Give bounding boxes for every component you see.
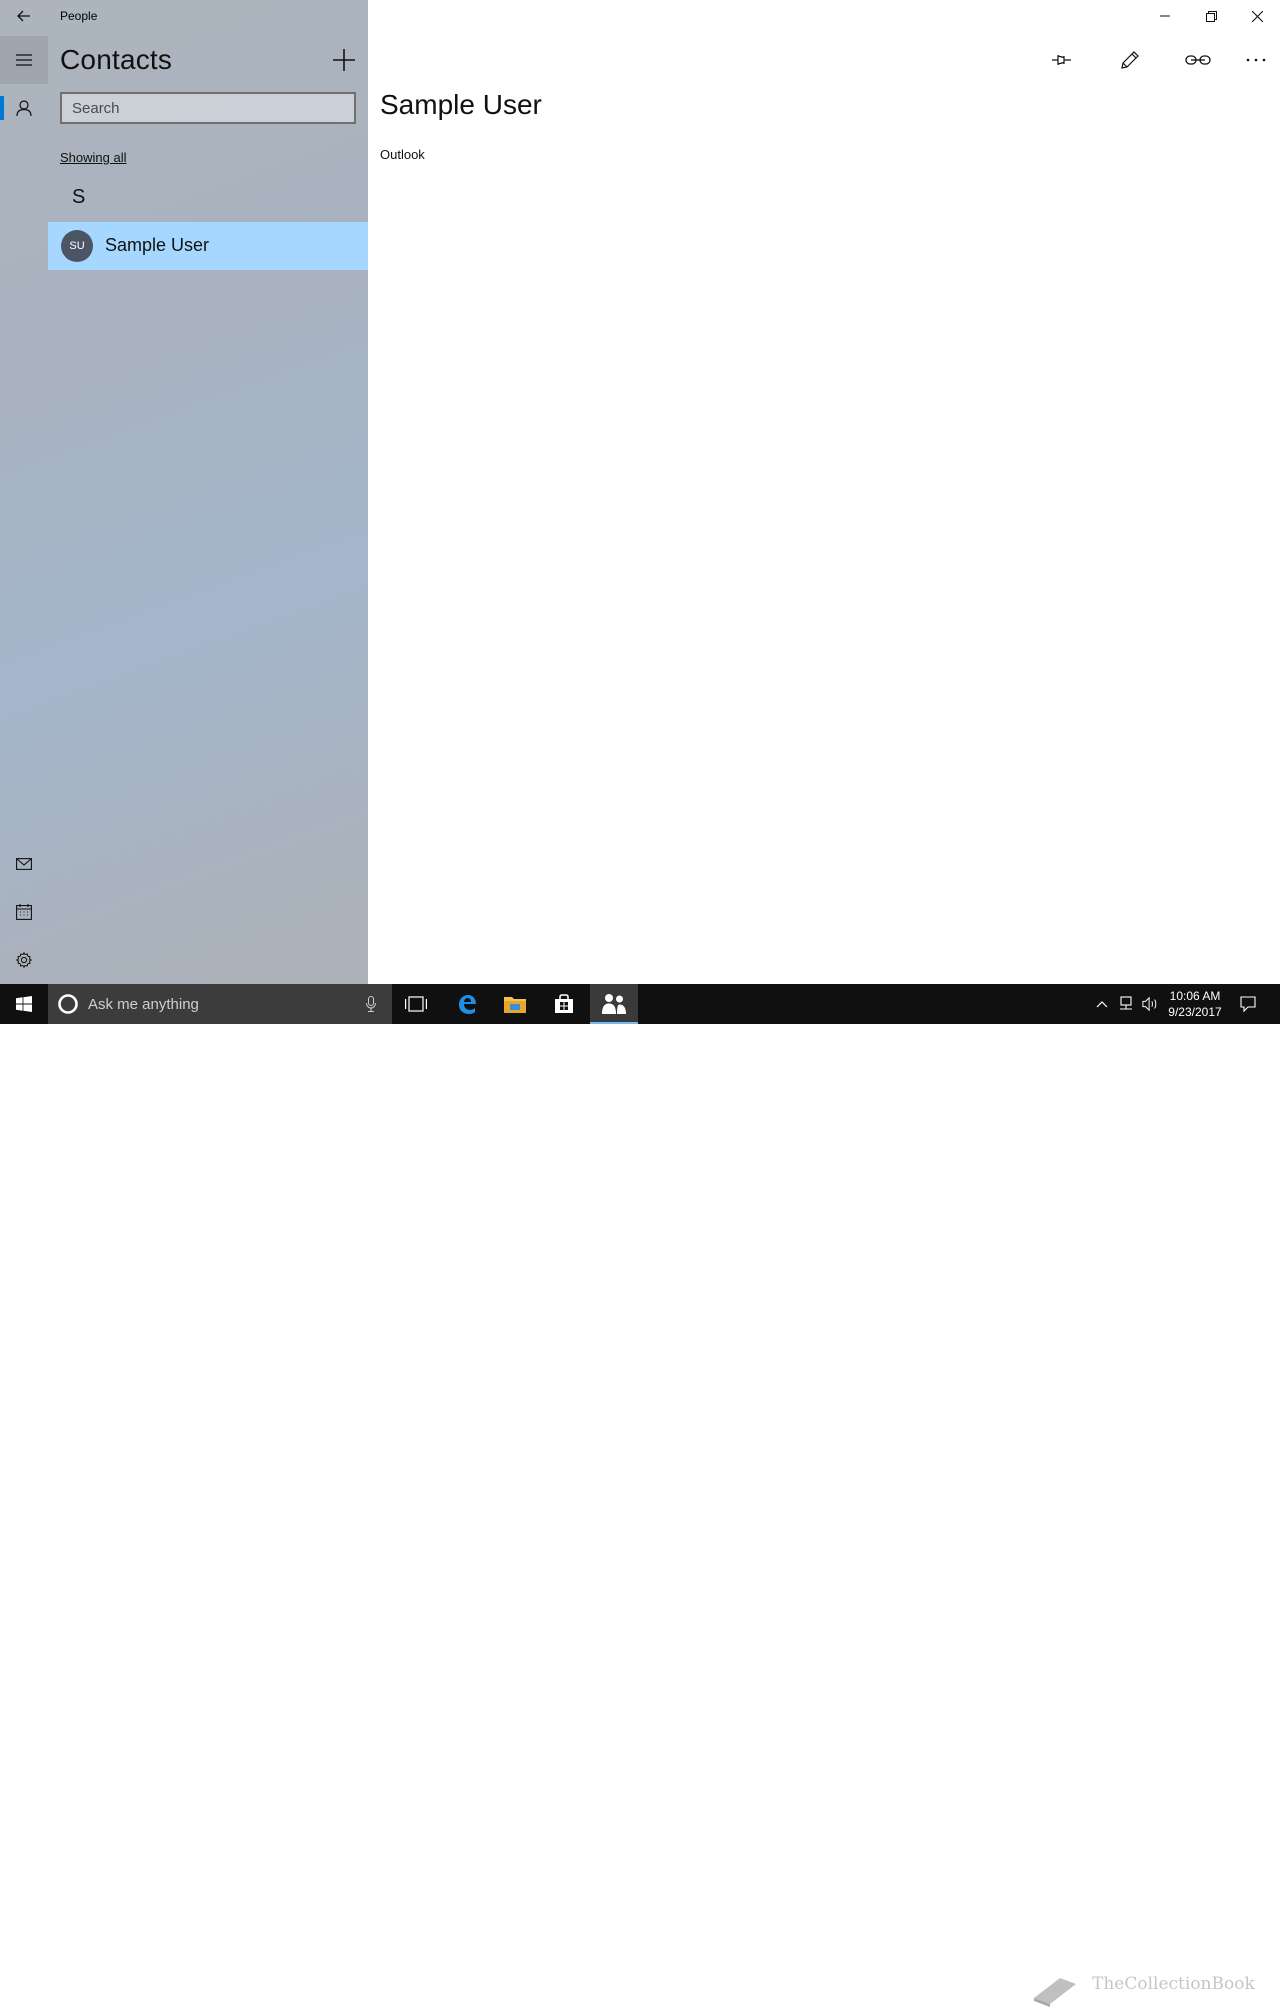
more-button[interactable] [1232,40,1280,80]
nav-rail [0,0,48,984]
list-item[interactable]: SU Sample User [48,222,368,270]
pin-button[interactable] [1038,40,1086,80]
start-button[interactable] [0,984,48,1024]
restore-button[interactable] [1188,0,1234,32]
edge-icon [459,995,476,1014]
notification-icon [1240,996,1256,1012]
navigation-pane: People Contacts Showing all S SU Sample … [0,0,368,984]
network-icon [1120,996,1132,1010]
search-input[interactable] [60,92,356,124]
sidebar-item-settings[interactable] [0,936,48,984]
network-tray-button[interactable] [1118,996,1134,1012]
taskbar: Ask me anything TheCollectionBook 10:06 … [0,984,1280,2007]
edit-button[interactable] [1106,40,1154,80]
close-icon [1251,10,1263,22]
cortana-placeholder: Ask me anything [88,996,199,1013]
task-view-icon [405,996,427,1012]
person-icon [16,100,32,117]
store-taskbar-button[interactable] [540,984,588,1024]
book-logo-icon [1034,1978,1076,2007]
contact-detail-pane: Sample User Outlook [368,0,1280,984]
volume-tray-button[interactable] [1142,996,1158,1012]
chevron-up-icon [1096,1001,1108,1008]
sidebar-item-calendar[interactable] [0,888,48,936]
folder-icon [504,997,526,1013]
sidebar-item-mail[interactable] [0,840,48,888]
page-title: Contacts [60,44,173,75]
restore-icon [1205,10,1217,22]
watermark-text: TheCollectionBook [1092,1974,1255,1994]
add-contact-button[interactable] [328,44,360,76]
sidebar-item-contacts[interactable] [0,84,48,132]
more-icon [1246,58,1266,62]
pin-icon [1052,55,1071,65]
hamburger-icon [16,54,32,66]
edit-icon [1121,51,1139,69]
minimize-icon [1160,15,1170,17]
mail-icon [16,858,32,870]
edge-taskbar-button[interactable] [443,984,491,1024]
link-button[interactable] [1174,40,1222,80]
action-center-button[interactable] [1240,996,1256,1012]
back-button[interactable] [0,0,48,40]
clock-time: 10:06 AM [1169,989,1221,1003]
link-icon [1185,55,1211,65]
account-source: Outlook [380,147,425,162]
filter-link[interactable]: Showing all [60,150,127,165]
show-hidden-icons-button[interactable] [1094,996,1110,1012]
store-icon [555,994,573,1013]
contacts-list-pane: Contacts Showing all S SU Sample User [48,0,368,984]
cortana-icon [58,994,78,1014]
microphone-icon[interactable] [366,996,376,1012]
group-header[interactable]: S [72,186,85,209]
people-icon [602,994,626,1014]
people-app-window: People Contacts Showing all S SU Sample … [0,0,1280,984]
task-view-button[interactable] [392,984,440,1024]
clock-date: 9/23/2017 [1168,1005,1222,1019]
cortana-search-box[interactable]: Ask me anything [48,984,392,1024]
arrow-left-icon [17,10,30,22]
contact-name: Sample User [105,235,210,255]
file-explorer-taskbar-button[interactable] [491,984,539,1024]
avatar: SU [61,230,93,262]
taskbar-clock[interactable]: 10:06 AM 9/23/2017 [1160,988,1230,1020]
plus-icon [333,49,355,71]
contact-title: Sample User [380,89,542,120]
windows-icon [16,996,32,1012]
people-taskbar-button[interactable] [590,984,638,1024]
hamburger-button[interactable] [0,36,48,84]
minimize-button[interactable] [1142,0,1188,32]
calendar-icon [16,904,32,920]
volume-icon [1142,996,1157,1012]
close-button[interactable] [1234,0,1280,32]
watermark: TheCollectionBook [1030,1972,1280,2008]
gear-icon [16,952,32,968]
